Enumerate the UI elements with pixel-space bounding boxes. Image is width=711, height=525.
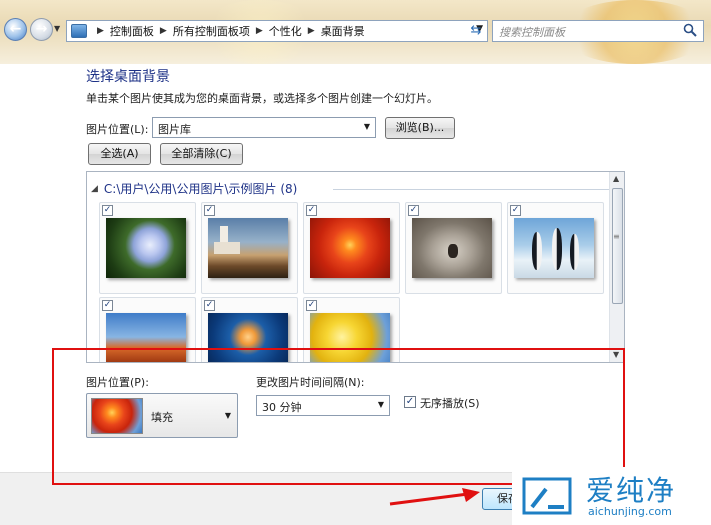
koala-thumbnail <box>412 218 492 278</box>
breadcrumb[interactable]: ▶ 控制面板 ▶ 所有控制面板项 ▶ 个性化 ▶ 桌面背景 ▼ <box>66 20 488 42</box>
recent-pages-dropdown[interactable]: ▼ <box>54 24 60 33</box>
scroll-grip-icon: ≡ <box>613 232 620 241</box>
forward-button[interactable]: → <box>30 18 53 41</box>
chevron-right-icon[interactable]: ▶ <box>97 26 104 36</box>
picture-checkbox[interactable]: ✓ <box>408 205 419 216</box>
scrollbar-thumb[interactable] <box>612 188 623 304</box>
search-icon[interactable] <box>683 23 697 37</box>
picture-group-title: C:\用户\公用\公用图片\示例图片 (8) <box>103 182 298 196</box>
chevron-right-icon[interactable]: ▶ <box>256 26 263 36</box>
picture-location-label: 图片位置(L): <box>86 123 149 136</box>
penguins-thumbnail <box>514 218 594 278</box>
lighthouse-house <box>214 242 240 254</box>
search-input[interactable]: 搜索控制面板 <box>492 20 704 42</box>
penguin-figure <box>532 232 542 270</box>
scroll-up-icon[interactable]: ▲ <box>613 174 619 183</box>
chevron-right-icon[interactable]: ▶ <box>160 26 167 36</box>
control-panel-icon <box>71 24 87 38</box>
picture-checkbox[interactable]: ✓ <box>204 205 215 216</box>
list-scrollbar[interactable]: ▲ ≡ ▼ <box>609 172 624 362</box>
picture-checkbox[interactable]: ✓ <box>204 300 215 311</box>
page-title: 选择桌面背景 <box>86 69 170 85</box>
picture-tile-koala[interactable]: ✓ <box>405 202 502 294</box>
picture-location-value: 图片库 <box>158 123 191 136</box>
watermark-url: aichunjing.com <box>588 505 672 518</box>
breadcrumb-personalization[interactable]: 个性化 <box>269 23 302 39</box>
picture-location-select[interactable]: 图片库 ▼ <box>152 117 376 138</box>
search-placeholder: 搜索控制面板 <box>499 26 565 39</box>
hydrangea-thumbnail <box>106 218 186 278</box>
clear-all-button[interactable]: 全部清除(C) <box>160 143 243 165</box>
picture-tile-penguins[interactable]: ✓ <box>507 202 604 294</box>
browse-button[interactable]: 浏览(B)... <box>385 117 455 139</box>
breadcrumb-desktop-background[interactable]: 桌面背景 <box>321 23 365 39</box>
picture-tile-hydrangea[interactable]: ✓ <box>99 202 196 294</box>
collapse-triangle-icon[interactable]: ◢ <box>91 184 98 194</box>
picture-list[interactable]: ◢ C:\用户\公用\公用图片\示例图片 (8) ✓ ✓ ✓ ✓ ✓ ✓ ✓ ✓… <box>86 171 625 363</box>
address-bar: ← → ▼ ▶ 控制面板 ▶ 所有控制面板项 ▶ 个性化 ▶ 桌面背景 ▼ ⇆ … <box>0 0 711 64</box>
annotation-highlight-box <box>52 348 625 485</box>
picture-checkbox[interactable]: ✓ <box>306 205 317 216</box>
picture-checkbox[interactable]: ✓ <box>102 205 113 216</box>
watermark: 爱纯净 aichunjing.com <box>512 467 711 525</box>
breadcrumb-control-panel[interactable]: 控制面板 <box>110 23 154 39</box>
group-divider <box>333 189 611 190</box>
penguin-figure <box>552 228 562 270</box>
chevron-right-icon[interactable]: ▶ <box>308 26 315 36</box>
chrysanthemum-thumbnail <box>310 218 390 278</box>
lighthouse-thumbnail <box>208 218 288 278</box>
picture-checkbox[interactable]: ✓ <box>306 300 317 311</box>
select-all-button[interactable]: 全选(A) <box>88 143 151 165</box>
refresh-icon[interactable]: ⇆ <box>466 22 486 40</box>
annotation-arrow-icon <box>389 488 480 506</box>
picture-tile-lighthouse[interactable]: ✓ <box>201 202 298 294</box>
watermark-brand: 爱纯净 <box>586 474 677 507</box>
chevron-down-icon[interactable]: ▼ <box>364 122 370 131</box>
picture-checkbox[interactable]: ✓ <box>510 205 521 216</box>
watermark-logo-icon <box>522 477 572 515</box>
penguin-figure <box>570 234 579 270</box>
page-subtitle: 单击某个图片使其成为您的桌面背景，或选择多个图片创建一个幻灯片。 <box>86 92 438 105</box>
picture-checkbox[interactable]: ✓ <box>102 300 113 311</box>
back-button[interactable]: ← <box>4 18 27 41</box>
koala-nose <box>448 244 458 258</box>
picture-tile-chrysanthemum[interactable]: ✓ <box>303 202 400 294</box>
picture-group-header[interactable]: ◢ C:\用户\公用\公用图片\示例图片 (8) <box>91 180 297 197</box>
breadcrumb-all-items[interactable]: 所有控制面板项 <box>173 23 250 39</box>
